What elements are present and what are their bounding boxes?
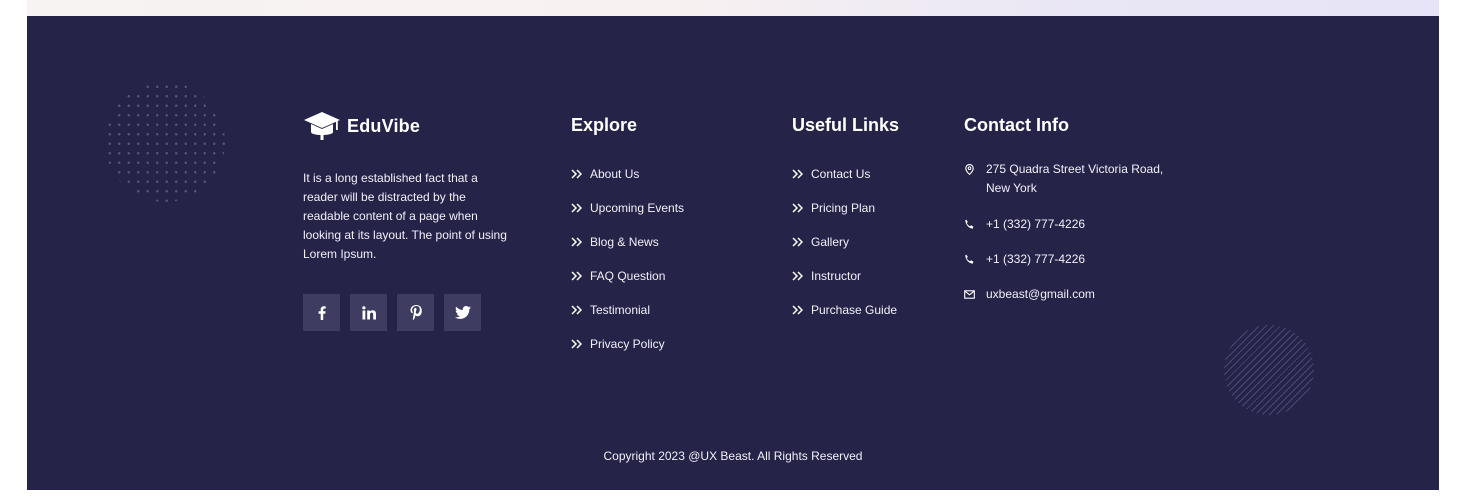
explore-link-label: Privacy Policy xyxy=(590,337,665,351)
twitter-icon xyxy=(454,306,471,319)
facebook-button[interactable] xyxy=(303,294,340,331)
brand[interactable]: EduVibe xyxy=(303,111,420,141)
useful-link[interactable]: Instructor xyxy=(792,259,897,293)
contact-address: 275 Quadra Street Victoria Road, New Yor… xyxy=(964,160,1163,198)
explore-link-label: FAQ Question xyxy=(590,269,666,283)
useful-link-label: Contact Us xyxy=(811,167,871,181)
explore-links: About Us Upcoming Events Blog & News FAQ… xyxy=(571,157,684,361)
double-chevron-right-icon xyxy=(571,339,582,349)
email-address: uxbeast@gmail.com xyxy=(986,287,1095,301)
useful-link-label: Purchase Guide xyxy=(811,303,898,317)
explore-link-label: Testimonial xyxy=(590,303,651,317)
social-links xyxy=(303,294,481,331)
double-chevron-right-icon xyxy=(571,203,582,213)
site-footer: EduVibe It is a long established fact th… xyxy=(27,16,1439,490)
double-chevron-right-icon xyxy=(571,305,582,315)
linkedin-icon xyxy=(361,305,376,319)
top-strip xyxy=(27,0,1439,16)
useful-links-heading: Useful Links xyxy=(792,115,900,135)
useful-link[interactable]: Contact Us xyxy=(792,157,897,191)
address-line-2: New York xyxy=(986,181,1037,195)
useful-links-list: Contact Us Pricing Plan Gallery Instruct… xyxy=(792,157,897,327)
location-pin-icon xyxy=(965,164,974,175)
double-chevron-right-icon xyxy=(792,271,803,281)
double-chevron-right-icon xyxy=(792,203,803,213)
double-chevron-right-icon xyxy=(792,169,803,179)
explore-link[interactable]: Testimonial xyxy=(571,293,684,327)
phone-number: +1 (332) 777-4226 xyxy=(986,217,1086,231)
linkedin-button[interactable] xyxy=(350,294,387,331)
phone-number: +1 (332) 777-4226 xyxy=(986,252,1086,266)
contact-email[interactable]: uxbeast@gmail.com xyxy=(964,285,1095,304)
explore-link-label: Upcoming Events xyxy=(590,201,685,215)
brand-name: EduVibe xyxy=(347,115,421,136)
contact-phone-2[interactable]: +1 (332) 777-4226 xyxy=(964,250,1085,269)
explore-link-label: Blog & News xyxy=(590,235,659,249)
contact-heading: Contact Info xyxy=(964,115,1069,135)
explore-link-label: About Us xyxy=(590,167,640,181)
mail-icon xyxy=(964,290,975,299)
double-chevron-right-icon xyxy=(792,305,803,315)
double-chevron-right-icon xyxy=(571,169,582,179)
double-chevron-right-icon xyxy=(571,271,582,281)
useful-link[interactable]: Pricing Plan xyxy=(792,191,897,225)
contact-phone-1[interactable]: +1 (332) 777-4226 xyxy=(964,215,1085,234)
explore-link[interactable]: Blog & News xyxy=(571,225,684,259)
phone-icon xyxy=(965,254,974,264)
dot-pattern-decoration xyxy=(105,82,225,202)
pinterest-icon xyxy=(410,305,422,320)
explore-link[interactable]: Privacy Policy xyxy=(571,327,684,361)
twitter-button[interactable] xyxy=(444,294,481,331)
useful-link[interactable]: Gallery xyxy=(792,225,897,259)
pinterest-button[interactable] xyxy=(397,294,434,331)
double-chevron-right-icon xyxy=(571,237,582,247)
double-chevron-right-icon xyxy=(792,237,803,247)
phone-icon xyxy=(965,219,974,229)
explore-link[interactable]: FAQ Question xyxy=(571,259,684,293)
copyright-text: Copyright 2023 @UX Beast. All Rights Res… xyxy=(603,449,863,463)
facebook-icon xyxy=(318,305,326,320)
useful-link-label: Gallery xyxy=(811,235,850,249)
address-line-1: 275 Quadra Street Victoria Road, xyxy=(986,162,1164,176)
explore-link[interactable]: Upcoming Events xyxy=(571,191,684,225)
about-text: It is a long established fact that a rea… xyxy=(303,171,507,261)
useful-link-label: Pricing Plan xyxy=(811,201,876,215)
explore-link[interactable]: About Us xyxy=(571,157,684,191)
useful-link-label: Instructor xyxy=(811,269,862,283)
striped-circle-decoration xyxy=(1224,325,1314,415)
graduation-cap-icon xyxy=(304,112,340,140)
useful-link[interactable]: Purchase Guide xyxy=(792,293,897,327)
explore-heading: Explore xyxy=(571,115,638,135)
